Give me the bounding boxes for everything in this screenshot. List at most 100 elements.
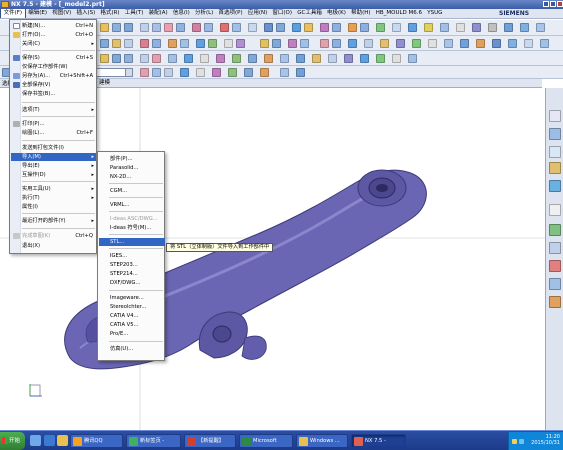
law-extension-icon[interactable] <box>380 39 389 48</box>
menu-assembly[interactable]: 装配(A) <box>146 9 170 18</box>
manufacturing-wizard-icon[interactable] <box>549 278 561 290</box>
offset-curve-icon[interactable] <box>196 39 205 48</box>
sketch-icon[interactable] <box>100 23 109 32</box>
file-menu-close[interactable]: 关闭(C) ▸ <box>11 40 96 48</box>
taskbar-button-windows[interactable]: Windows ... <box>296 434 348 448</box>
menu-file[interactable]: 文件(F) <box>0 9 26 18</box>
hd3d-tools-icon[interactable] <box>549 180 561 192</box>
taskbar-button-browser[interactable]: 新标签页 - <box>126 434 181 448</box>
import-parasolid[interactable]: Parasolid... <box>99 164 165 172</box>
bridge-curve-icon[interactable] <box>224 39 233 48</box>
shell-icon[interactable] <box>248 23 257 32</box>
boss-icon[interactable] <box>152 23 161 32</box>
point-icon[interactable] <box>504 23 513 32</box>
import-simulation[interactable]: 仿真(U)... <box>99 345 165 353</box>
fill-surface-icon[interactable] <box>332 39 341 48</box>
explorer-icon[interactable] <box>57 435 68 446</box>
pocket-icon[interactable] <box>164 23 173 32</box>
constraint-navigator-icon[interactable] <box>549 128 561 140</box>
file-menu-options[interactable]: 选项(T) ▸ <box>11 106 96 114</box>
snap-control-icon[interactable] <box>164 68 173 77</box>
blend-icon[interactable] <box>192 23 201 32</box>
maximize-button[interactable] <box>550 1 556 7</box>
part-nav-icon[interactable] <box>408 54 417 63</box>
bounded-plane-icon[interactable] <box>492 39 501 48</box>
import-stereolchter[interactable]: Stereolchter... <box>99 303 165 311</box>
shaded-icon[interactable] <box>168 54 177 63</box>
menu-format[interactable]: 格式(R) <box>98 9 122 18</box>
menu-preferences[interactable]: 首选项(P) <box>216 9 245 18</box>
file-menu-utilities[interactable]: 实用工具(U) ▸ <box>11 185 96 193</box>
styled-sweep-icon[interactable] <box>412 39 421 48</box>
join-curve-icon[interactable] <box>236 39 245 48</box>
edit-param-icon[interactable] <box>300 39 309 48</box>
menu-gc-toolbox[interactable]: GC工具箱 <box>295 9 325 18</box>
edit-object-display-icon[interactable] <box>328 54 337 63</box>
menu-hb-mould[interactable]: HB_MOULD M6.6 <box>373 9 425 18</box>
import-stl[interactable]: STL... <box>99 238 165 246</box>
file-menu-finish-sketch[interactable]: 完成草图(K) Ctrl+Q <box>11 232 96 240</box>
file-menu-save-work-part[interactable]: 仅保存工作部件(W) <box>11 63 96 71</box>
spline-icon[interactable] <box>152 39 161 48</box>
wcs-icon[interactable] <box>344 54 353 63</box>
file-menu-save-as[interactable]: 另存为(A)... Ctrl+Shift+A <box>11 72 96 80</box>
import-catia-v5[interactable]: CATIA V5... <box>99 321 165 329</box>
swoop-icon[interactable] <box>476 39 485 48</box>
ruled-icon[interactable] <box>440 23 449 32</box>
file-menu-save-bookmark[interactable]: 保存书签(B)... <box>11 90 96 98</box>
menu-info[interactable]: 信息(I) <box>170 9 192 18</box>
menu-edit[interactable]: 编辑(E) <box>26 9 50 18</box>
subtract-icon[interactable] <box>232 23 241 32</box>
import-step214[interactable]: STEP214... <box>99 270 165 278</box>
ie-icon[interactable] <box>44 435 55 446</box>
history-icon[interactable] <box>549 224 561 236</box>
taskbar-button-nx[interactable]: NX 7.5 - <box>351 434 406 448</box>
file-menu-print[interactable]: 打印(P)... <box>11 120 96 128</box>
fit-icon[interactable] <box>100 54 109 63</box>
tray-icon-1[interactable] <box>512 439 517 444</box>
sew-icon[interactable] <box>332 23 341 32</box>
snap-point-icon[interactable] <box>228 68 237 77</box>
rotate-icon[interactable] <box>140 54 149 63</box>
file-menu-recent-parts[interactable]: 最近打开的部件(Y) ▸ <box>11 217 96 225</box>
snap-on-face-icon[interactable] <box>260 68 269 77</box>
system-materials-icon[interactable] <box>549 242 561 254</box>
snap-on-curve-icon[interactable] <box>244 68 253 77</box>
taskbar-button-microsoft[interactable]: Microsoft <box>239 434 293 448</box>
reuse-library-icon[interactable] <box>549 162 561 174</box>
face-blend-icon[interactable] <box>364 39 373 48</box>
top-view-icon[interactable] <box>248 54 257 63</box>
pattern-icon[interactable] <box>276 23 285 32</box>
menu-ysug[interactable]: YSUG <box>425 9 445 18</box>
cylinder-icon[interactable] <box>540 39 549 48</box>
file-menu-execute[interactable]: 执行(T) ▸ <box>11 194 96 202</box>
chamfer-icon[interactable] <box>204 23 213 32</box>
draft-icon[interactable] <box>264 23 273 32</box>
show-desktop-icon[interactable] <box>30 435 41 446</box>
front-view-icon[interactable] <box>264 54 273 63</box>
snap-end-icon[interactable] <box>140 68 149 77</box>
thicken-icon[interactable] <box>360 23 369 32</box>
hole-icon[interactable] <box>140 23 149 32</box>
unite-icon[interactable] <box>220 23 229 32</box>
snap-quadrant-icon[interactable] <box>212 68 221 77</box>
right-view-icon[interactable] <box>280 54 289 63</box>
layer-icon[interactable] <box>296 54 305 63</box>
snap-center-icon[interactable] <box>196 68 205 77</box>
iso-icon[interactable] <box>508 39 517 48</box>
menu-help[interactable]: 帮助(H) <box>349 9 374 18</box>
file-menu-properties[interactable]: 属性(I) <box>11 203 96 211</box>
polygon-icon[interactable] <box>168 39 177 48</box>
file-menu-open[interactable]: 打开(O)... Ctrl+O <box>11 31 96 39</box>
snap-bounded-icon[interactable] <box>280 68 289 77</box>
menu-analysis[interactable]: 分析(L) <box>192 9 216 18</box>
transform-icon[interactable] <box>360 54 369 63</box>
menu-tools[interactable]: 工具(T) <box>122 9 146 18</box>
process-studio-icon[interactable] <box>549 260 561 272</box>
menu-window[interactable]: 窗口(O) <box>270 9 295 18</box>
datum-plane-icon[interactable] <box>456 23 465 32</box>
extension-icon[interactable] <box>348 39 357 48</box>
clock[interactable]: 11:20 2015/10/31 <box>531 434 560 446</box>
file-menu-send-to-package[interactable]: 发送到打包文件(I) <box>11 144 96 152</box>
assembly-navigator-icon[interactable] <box>549 110 561 122</box>
